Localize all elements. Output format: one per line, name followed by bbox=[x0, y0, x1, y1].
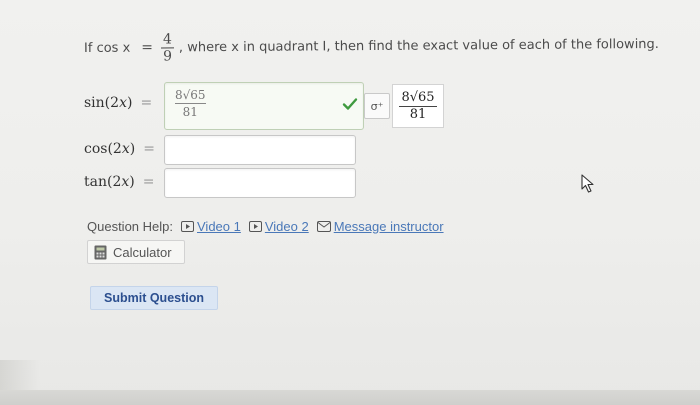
prompt-prefix: If cos x bbox=[83, 40, 131, 56]
prompt-fraction-numerator: 4 bbox=[162, 30, 172, 47]
preview-button[interactable]: σ⁺ bbox=[364, 93, 390, 119]
entered-numerator: 8√65 bbox=[175, 88, 206, 102]
question-help-label: Question Help: bbox=[87, 219, 173, 234]
entered-fraction: 8√65 81 bbox=[175, 87, 206, 120]
preview-numerator: 8√65 bbox=[401, 89, 435, 105]
row-label-cos2x: cos(2x) bbox=[84, 141, 136, 157]
photo-bottom-edge bbox=[0, 390, 700, 405]
prompt-fraction: 4 9 bbox=[160, 30, 174, 64]
answer-preview: 8√65 81 bbox=[392, 84, 444, 128]
calculator-button[interactable]: Calculator bbox=[87, 240, 185, 264]
question-page: If cos x = 4 9 , where x in quadrant I, … bbox=[0, 0, 700, 405]
video-2-link[interactable]: Video 2 bbox=[248, 219, 309, 234]
answer-input-tan2x[interactable] bbox=[164, 168, 356, 198]
row-equals: = bbox=[140, 95, 153, 111]
row-label-tan2x: tan(2x) bbox=[84, 174, 135, 190]
submit-question-button[interactable]: Submit Question bbox=[90, 286, 218, 310]
entered-denominator: 81 bbox=[182, 105, 198, 119]
row-label-sin2x: sin(2x) bbox=[84, 95, 133, 111]
answer-input-cos2x[interactable] bbox=[164, 135, 356, 165]
prompt-fraction-denominator: 9 bbox=[162, 47, 173, 64]
row-equals: = bbox=[142, 174, 155, 190]
question-prompt: If cos x = 4 9 , where x in quadrant I, … bbox=[84, 24, 659, 68]
calculator-icon bbox=[94, 245, 107, 259]
video-play-icon bbox=[248, 221, 262, 232]
preview-denominator: 81 bbox=[409, 106, 427, 122]
prompt-equals: = bbox=[141, 39, 154, 56]
question-help: Question Help: Video 1 Video 2 Message i… bbox=[87, 219, 452, 234]
prompt-suffix: , where x in quadrant I, then find the e… bbox=[178, 36, 659, 55]
row-cos2x: cos(2x) = bbox=[84, 141, 155, 157]
row-tan2x: tan(2x) = bbox=[84, 174, 154, 190]
preview-icon: σ⁺ bbox=[370, 99, 384, 113]
answer-input-sin2x[interactable]: 8√65 81 bbox=[164, 82, 364, 130]
message-instructor-link[interactable]: Message instructor bbox=[316, 219, 444, 234]
preview-fraction: 8√65 81 bbox=[399, 89, 437, 123]
row-equals: = bbox=[143, 141, 155, 157]
envelope-icon bbox=[316, 221, 331, 232]
video-1-link[interactable]: Video 1 bbox=[181, 219, 241, 234]
photo-edge-shadow bbox=[0, 360, 40, 390]
row-sin2x: sin(2x) = bbox=[84, 95, 152, 111]
check-icon bbox=[342, 98, 358, 110]
video-play-icon bbox=[181, 221, 194, 232]
mouse-pointer-icon bbox=[581, 174, 594, 193]
